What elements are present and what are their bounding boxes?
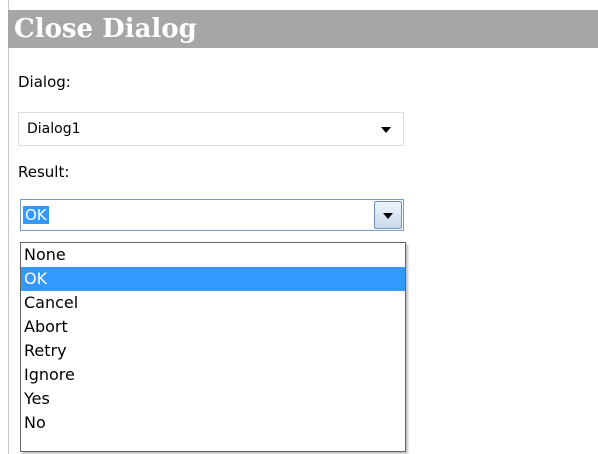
panel-title: Close Dialog <box>8 10 598 48</box>
result-option-yes[interactable]: Yes <box>21 387 405 411</box>
dialog-select[interactable]: Dialog1 <box>18 112 404 146</box>
dialog-select-value: Dialog1 <box>27 121 81 137</box>
result-option-none[interactable]: None <box>21 243 405 267</box>
dialog-label: Dialog: <box>18 73 71 91</box>
result-combobox[interactable]: OK <box>20 199 404 231</box>
result-option-no[interactable]: No <box>21 411 405 435</box>
result-combobox-value: OK <box>23 206 49 224</box>
chevron-down-icon <box>383 213 393 219</box>
result-option-cancel[interactable]: Cancel <box>21 291 405 315</box>
result-dropdown-button[interactable] <box>374 201 402 229</box>
result-label: Result: <box>18 163 70 181</box>
result-options-list[interactable]: None OK Cancel Abort Retry Ignore Yes No <box>20 242 406 452</box>
result-option-ok[interactable]: OK <box>21 267 405 291</box>
result-option-ignore[interactable]: Ignore <box>21 363 405 387</box>
result-option-retry[interactable]: Retry <box>21 339 405 363</box>
chevron-down-icon <box>381 127 391 133</box>
result-option-abort[interactable]: Abort <box>21 315 405 339</box>
